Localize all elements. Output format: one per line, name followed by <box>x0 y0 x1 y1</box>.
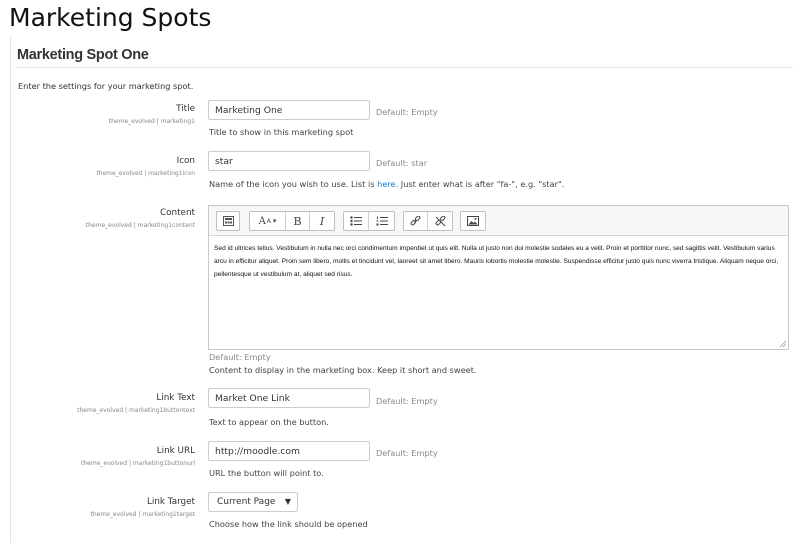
toolbar-toggle-icon <box>222 216 234 226</box>
content-editor: A A ▾ B I Sed id ultrices tellus. Vestib… <box>208 205 789 350</box>
unlink-icon <box>435 215 445 226</box>
title-input[interactable] <box>208 100 370 120</box>
icon-help-text: Name of the icon you wish to use. List i… <box>209 179 378 189</box>
link-target-label: Link Target <box>146 497 195 507</box>
link-button[interactable] <box>404 212 428 230</box>
icon-setting-name: theme_evolved | marketing1icon <box>96 170 195 177</box>
content-help: Content to display in the marketing box.… <box>209 365 477 375</box>
numbered-list-icon <box>376 216 388 226</box>
link-text-input[interactable] <box>208 388 370 408</box>
show-more-buttons-button[interactable] <box>217 212 239 230</box>
page-title: Marketing Spots <box>9 3 212 32</box>
link-text-label: Link Text <box>156 393 195 403</box>
image-icon <box>467 216 479 226</box>
title-label: Title <box>176 104 195 114</box>
icon-input[interactable] <box>208 151 370 171</box>
dropdown-caret-icon: ▼ <box>284 497 291 506</box>
link-url-setting-name: theme_evolved | marketing1buttonurl <box>81 460 195 467</box>
italic-button[interactable]: I <box>310 212 334 230</box>
link-text-default: Default: Empty <box>376 396 438 406</box>
content-text-area[interactable]: Sed id ultrices tellus. Vestibulum in nu… <box>209 236 788 288</box>
link-text-label-group: Link Text theme_evolved | marketing1butt… <box>18 393 195 414</box>
link-target-help: Choose how the link should be opened <box>209 519 368 529</box>
font-size-icon: A <box>258 215 266 227</box>
content-label: Content <box>160 208 195 218</box>
bold-button[interactable]: B <box>286 212 310 230</box>
toolbar-group-links <box>403 211 453 231</box>
link-text-help: Text to appear on the button. <box>209 417 329 427</box>
icon-help-text-after: . Just enter what is after "fa-", e.g. "… <box>395 179 565 189</box>
toolbar-group-lists <box>343 211 395 231</box>
section-heading: Marketing Spot One <box>17 44 793 68</box>
toolbar-group-media <box>460 211 486 231</box>
link-url-help: URL the button will point to. <box>209 468 324 478</box>
bullet-list-icon <box>350 216 362 226</box>
link-text-setting-name: theme_evolved | marketing1buttontext <box>77 407 195 414</box>
unordered-list-button[interactable] <box>344 212 369 230</box>
title-help: Title to show in this marketing spot <box>209 127 354 137</box>
insert-image-button[interactable] <box>461 212 485 230</box>
icon-label-group: Icon theme_evolved | marketing1icon <box>18 156 195 177</box>
link-url-label-group: Link URL theme_evolved | marketing1butto… <box>18 446 195 467</box>
resize-handle-icon[interactable] <box>779 340 787 348</box>
editor-toolbar: A A ▾ B I <box>209 206 788 236</box>
ordered-list-button[interactable] <box>369 212 394 230</box>
font-size-button[interactable]: A A ▾ <box>250 212 286 230</box>
section-heading-text: Marketing Spot One <box>17 47 149 63</box>
title-setting-name: theme_evolved | marketing1 <box>108 118 195 125</box>
link-url-label: Link URL <box>156 446 195 456</box>
content-label-group: Content theme_evolved | marketing1conten… <box>18 208 195 229</box>
toolbar-group-collapse <box>216 211 240 231</box>
link-target-select[interactable]: Current Page ▼ <box>208 492 298 512</box>
link-target-setting-name: theme_evolved | marketing1target <box>90 511 195 518</box>
chevron-down-icon: ▾ <box>272 217 277 225</box>
left-divider <box>10 36 11 543</box>
section-intro: Enter the settings for your marketing sp… <box>18 81 194 91</box>
title-default: Default: Empty <box>376 107 438 117</box>
content-default: Default: Empty <box>209 352 271 362</box>
link-target-label-group: Link Target theme_evolved | marketing1ta… <box>18 497 195 518</box>
link-url-input[interactable] <box>208 441 370 461</box>
font-size-small-icon: A <box>266 217 271 225</box>
title-label-group: Title theme_evolved | marketing1 <box>18 104 195 125</box>
icon-label: Icon <box>176 156 195 166</box>
link-target-selected: Current Page <box>217 497 276 507</box>
link-icon <box>410 215 421 225</box>
icon-default: Default: star <box>376 158 428 168</box>
unlink-button[interactable] <box>428 212 452 230</box>
content-setting-name: theme_evolved | marketing1content <box>85 222 195 229</box>
icon-list-link[interactable]: here <box>377 179 395 189</box>
link-url-default: Default: Empty <box>376 448 438 458</box>
icon-help: Name of the icon you wish to use. List i… <box>209 179 564 189</box>
toolbar-group-text: A A ▾ B I <box>249 211 335 231</box>
